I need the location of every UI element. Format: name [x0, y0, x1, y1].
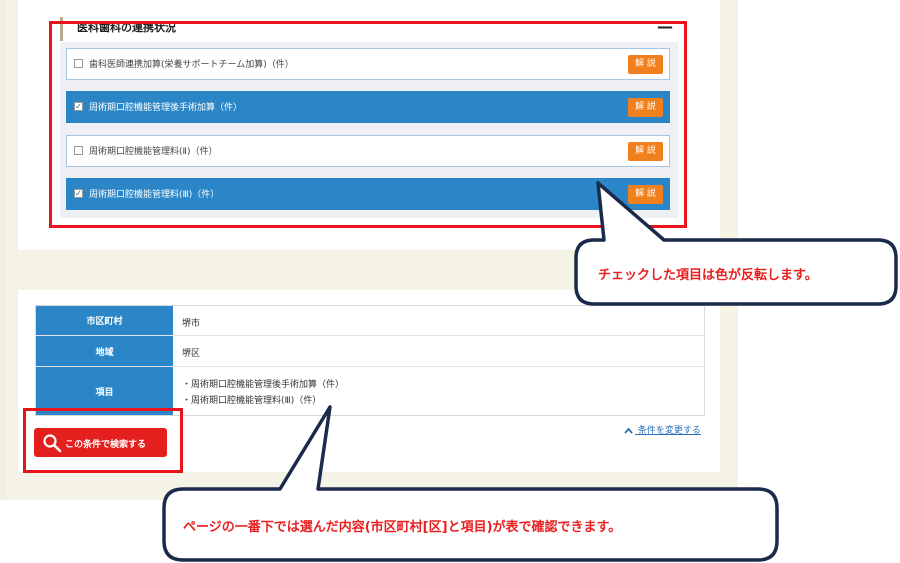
summary-table: 市区町村 堺市 地域 堺区 項目 ・周術期口腔機能管理後手術加算（件） ・周術期… — [35, 305, 705, 416]
highlight-frame — [49, 21, 687, 228]
callout-text-1: チェックした項目は色が反転します。 — [598, 268, 818, 283]
chevron-up-icon — [624, 427, 633, 434]
change-conditions-link[interactable]: 条件を変更する — [624, 423, 701, 436]
table-row: 市区町村 堺市 — [36, 306, 704, 336]
table-cell: ・周術期口腔機能管理後手術加算（件） — [182, 380, 345, 390]
change-conditions-label: 条件を変更する — [637, 426, 701, 436]
callout-text-2: ページの一番下では選んだ内容(市区町村[区]と項目)が表で確認できます。 — [183, 520, 622, 535]
table-header: 市区町村 — [36, 306, 173, 335]
table-row: 地域 堺区 — [36, 336, 704, 367]
table-cell: ・周術期口腔機能管理料(Ⅲ)（件） — [182, 396, 322, 406]
table-header: 地域 — [36, 336, 173, 366]
highlight-frame — [23, 408, 183, 473]
table-cell: 堺市 — [182, 319, 201, 329]
table-cell: 堺区 — [182, 349, 201, 359]
